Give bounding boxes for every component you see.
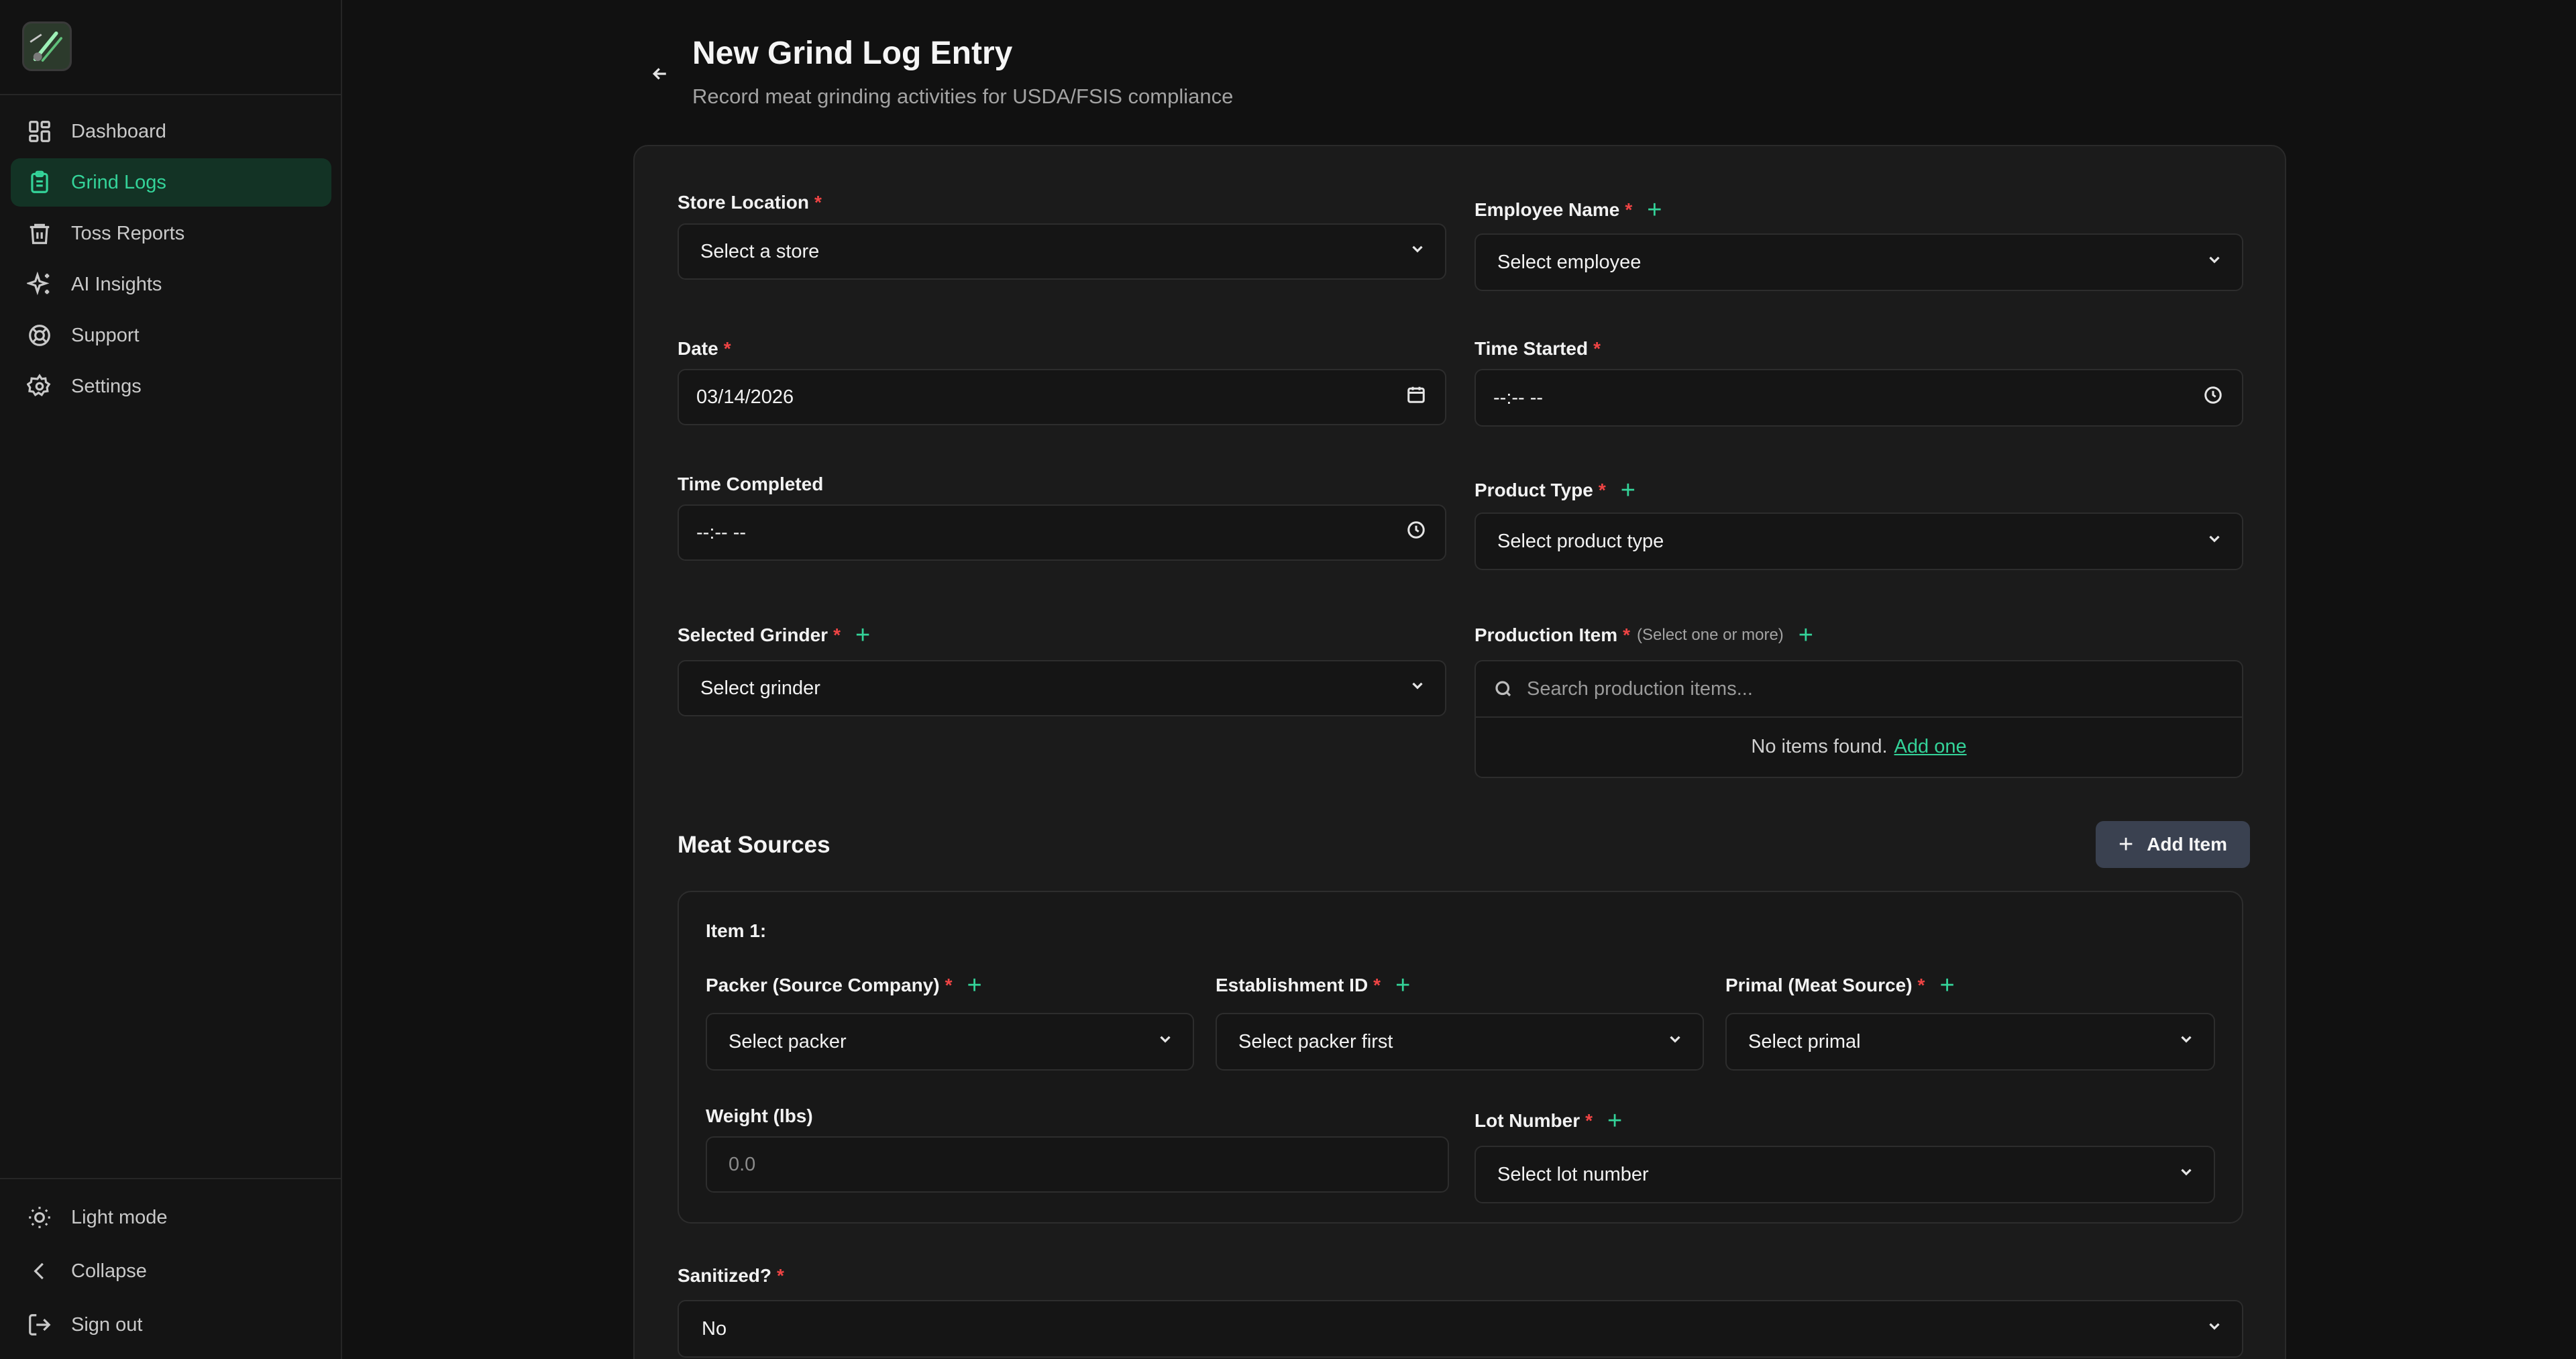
sidebar-item-label: Dashboard	[71, 120, 166, 142]
add-one-link[interactable]: Add one	[1894, 736, 1967, 758]
lot-number-label: Lot Number * +	[1474, 1107, 1623, 1135]
clock-icon[interactable]	[2203, 385, 2223, 411]
product-type-select[interactable]: Select product type	[1474, 512, 2243, 570]
sidebar-header	[0, 0, 341, 95]
grinder-select[interactable]: Select grinder	[678, 660, 1446, 716]
production-item-search-input[interactable]	[1527, 677, 2131, 700]
sanitized-select[interactable]: No	[678, 1300, 2243, 1358]
grind-log-form: Store Location * Select a store Employee …	[633, 145, 2286, 1359]
weight-label: Weight (lbs)	[706, 1105, 813, 1126]
add-lot-number-icon[interactable]: +	[1607, 1108, 1622, 1134]
time-started-label: Time Started *	[1474, 338, 1601, 359]
chevron-down-icon	[1409, 240, 1426, 263]
store-location-select[interactable]: Select a store	[678, 223, 1446, 280]
back-button[interactable]	[644, 58, 676, 90]
clock-icon[interactable]	[1406, 520, 1426, 545]
sidebar: Dashboard Grind Logs Toss Reports AI Ins…	[0, 0, 342, 1359]
date-input[interactable]: 03/14/2026	[678, 369, 1446, 425]
page-subtitle: Record meat grinding activities for USDA…	[692, 85, 1234, 108]
chevron-down-icon	[2206, 251, 2223, 274]
sidebar-item-support[interactable]: Support	[11, 311, 331, 360]
time-started-input[interactable]: --:-- --	[1474, 369, 2243, 427]
sanitized-label: Sanitized? *	[678, 1265, 784, 1286]
add-grinder-icon[interactable]: +	[855, 622, 870, 648]
arrow-left-icon	[652, 68, 666, 80]
light-mode-toggle[interactable]: Light mode	[11, 1193, 330, 1242]
page-title: New Grind Log Entry	[692, 36, 1013, 71]
light-mode-label: Light mode	[71, 1206, 168, 1228]
sidebar-item-dashboard[interactable]: Dashboard	[11, 107, 331, 156]
add-production-item-icon[interactable]: +	[1799, 622, 1813, 648]
meat-sources-title: Meat Sources	[678, 832, 830, 858]
sidebar-item-label: AI Insights	[71, 273, 162, 295]
logo-icon	[24, 23, 70, 69]
employee-select[interactable]: Select employee	[1474, 233, 2243, 291]
sidebar-item-settings[interactable]: Settings	[11, 362, 331, 411]
sign-out-button[interactable]: Sign out	[11, 1300, 330, 1350]
selected-grinder-label: Selected Grinder * +	[678, 621, 871, 649]
gear-icon	[27, 374, 52, 399]
establishment-id-label: Establishment ID * +	[1216, 971, 1411, 999]
production-item-label: Production Item * (Select one or more) +	[1474, 621, 1813, 649]
sidebar-item-label: Grind Logs	[71, 171, 166, 193]
product-type-label: Product Type * +	[1474, 476, 1635, 504]
packer-label: Packer (Source Company) * +	[706, 971, 982, 999]
collapse-label: Collapse	[71, 1260, 147, 1282]
lifebuoy-icon	[27, 323, 52, 348]
sign-out-icon	[27, 1312, 52, 1338]
production-item-search	[1476, 661, 2242, 718]
search-icon	[1495, 681, 1511, 697]
lot-number-select[interactable]: Select lot number	[1474, 1146, 2215, 1203]
chevron-down-icon	[2206, 530, 2223, 553]
chevron-down-icon	[2206, 1317, 2223, 1340]
item-heading: Item 1:	[706, 920, 767, 941]
chevron-down-icon	[1409, 677, 1426, 700]
date-label: Date *	[678, 338, 731, 359]
dashboard-icon	[27, 119, 52, 144]
establishment-id-select[interactable]: Select packer first	[1216, 1013, 1704, 1071]
chevron-down-icon	[1666, 1030, 1684, 1053]
sparkles-icon	[27, 272, 52, 297]
sidebar-item-label: Toss Reports	[71, 222, 185, 244]
employee-name-label: Employee Name * +	[1474, 196, 1662, 224]
add-employee-icon[interactable]: +	[1647, 197, 1662, 223]
add-item-button[interactable]: + Add Item	[2096, 821, 2250, 868]
plus-icon: +	[2118, 830, 2134, 859]
production-item-picker: No items found. Add one	[1474, 660, 2243, 778]
packer-select[interactable]: Select packer	[706, 1013, 1194, 1071]
store-location-label: Store Location *	[678, 192, 822, 213]
collapse-button[interactable]: Collapse	[11, 1246, 330, 1296]
sidebar-nav: Dashboard Grind Logs Toss Reports AI Ins…	[11, 107, 331, 413]
main-content: New Grind Log Entry Record meat grinding…	[342, 0, 2576, 1359]
chevron-down-icon	[1157, 1030, 1174, 1053]
chevron-down-icon	[2178, 1030, 2195, 1053]
clipboard-icon	[27, 170, 52, 195]
app-logo[interactable]	[22, 21, 72, 71]
sidebar-item-label: Settings	[71, 375, 142, 397]
chevron-left-icon	[27, 1258, 52, 1284]
sidebar-footer: Light mode Collapse Sign out	[0, 1178, 341, 1359]
sign-out-label: Sign out	[71, 1313, 143, 1336]
trash-icon	[27, 221, 52, 246]
weight-input[interactable]: 0.0	[706, 1136, 1449, 1193]
add-primal-icon[interactable]: +	[1939, 973, 1954, 998]
sun-icon	[27, 1205, 52, 1230]
calendar-icon[interactable]	[1406, 384, 1426, 410]
add-packer-icon[interactable]: +	[967, 973, 981, 998]
chevron-down-icon	[2178, 1163, 2195, 1186]
production-item-empty-state: No items found. Add one	[1751, 735, 1967, 758]
sidebar-item-toss-reports[interactable]: Toss Reports	[11, 209, 331, 258]
time-completed-label: Time Completed	[678, 474, 824, 494]
add-product-type-icon[interactable]: +	[1621, 478, 1635, 503]
sidebar-item-grind-logs[interactable]: Grind Logs	[11, 158, 331, 207]
add-establishment-icon[interactable]: +	[1395, 973, 1410, 998]
primal-select[interactable]: Select primal	[1725, 1013, 2215, 1071]
sidebar-item-label: Support	[71, 324, 140, 346]
primal-label: Primal (Meat Source) * +	[1725, 971, 1955, 999]
meat-source-item: Item 1: Packer (Source Company) * + Selec…	[678, 891, 2243, 1224]
time-completed-input[interactable]: --:-- --	[678, 504, 1446, 561]
sidebar-item-ai-insights[interactable]: AI Insights	[11, 260, 331, 309]
